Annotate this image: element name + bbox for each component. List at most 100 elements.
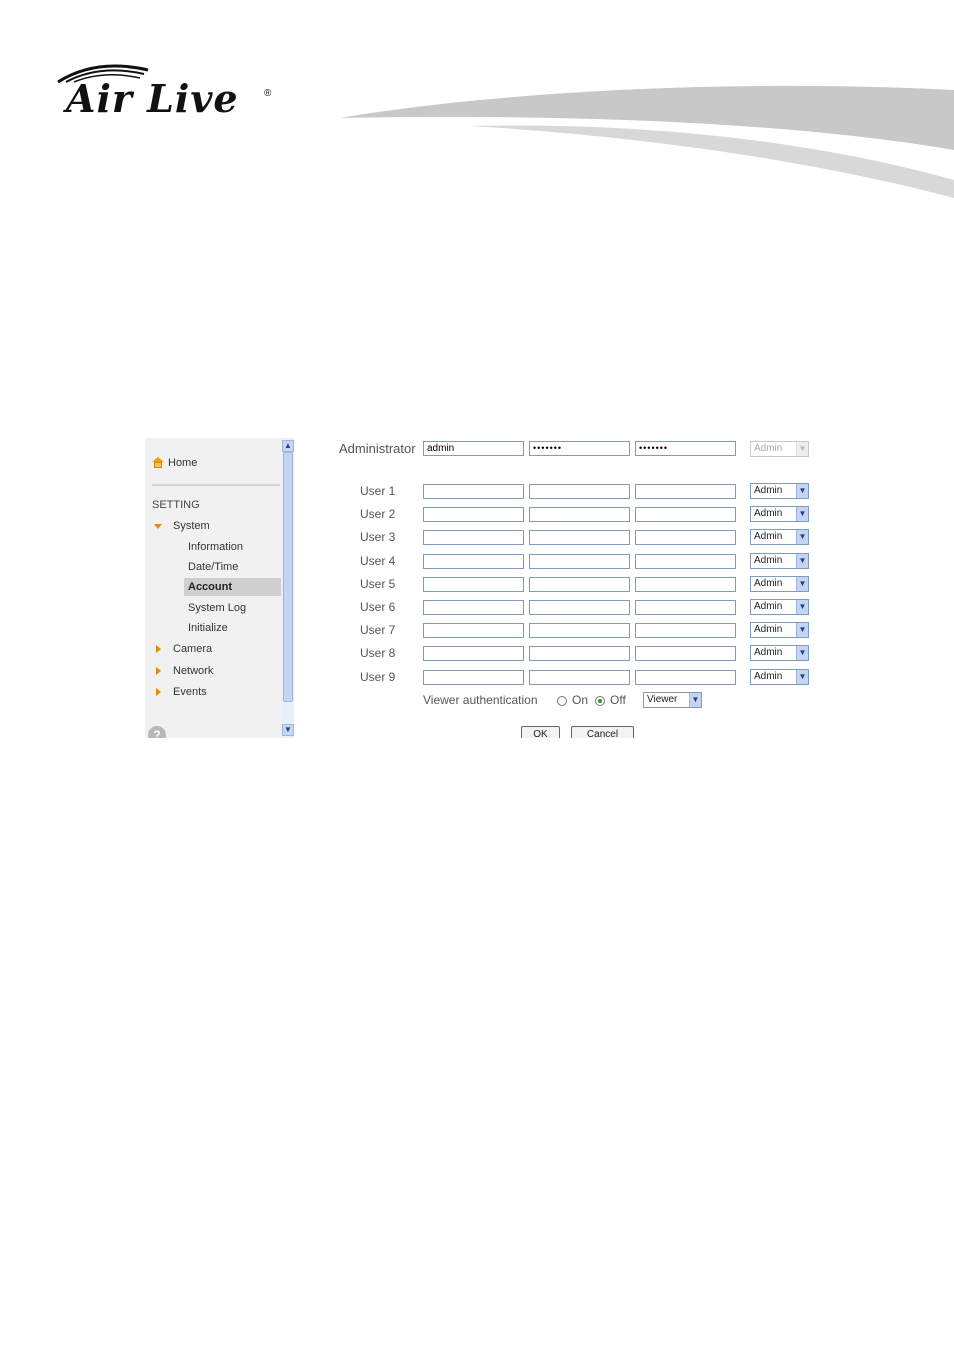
- user-confirm-password-field[interactable]: [635, 623, 736, 638]
- user-username-field[interactable]: [423, 623, 524, 638]
- header-swoosh: [340, 85, 954, 198]
- user-label: User 7: [360, 623, 396, 637]
- viewer-auth-on-radio[interactable]: [557, 696, 567, 706]
- user-confirm-password-field[interactable]: [635, 507, 736, 522]
- user-password-field[interactable]: [529, 670, 630, 685]
- chevron-down-icon[interactable]: ▼: [796, 507, 808, 521]
- admin-password-field[interactable]: •••••••: [529, 441, 630, 456]
- user-confirm-password-field[interactable]: [635, 646, 736, 661]
- user-password-field[interactable]: [529, 507, 630, 522]
- user-password-field[interactable]: [529, 554, 630, 569]
- user-username-field[interactable]: [423, 600, 524, 615]
- user-label: User 2: [360, 507, 396, 521]
- user-role-select[interactable]: Admin ▼: [750, 553, 809, 569]
- scroll-down-icon[interactable]: ▼: [282, 724, 294, 736]
- user-password-field[interactable]: [529, 600, 630, 615]
- user-role-select[interactable]: Admin ▼: [750, 506, 809, 522]
- sidebar-scrollbar[interactable]: ▲ ▼: [282, 438, 294, 738]
- user-label: User 4: [360, 554, 396, 568]
- user-role-value: Admin: [754, 531, 783, 542]
- chevron-down-icon[interactable]: ▼: [796, 577, 808, 591]
- sidebar-home-link[interactable]: Home: [152, 457, 197, 469]
- viewer-role-value: Viewer: [647, 694, 678, 705]
- scroll-up-icon[interactable]: ▲: [282, 440, 294, 452]
- user-label: User 3: [360, 530, 396, 544]
- collapsed-arrow-icon: [156, 667, 161, 675]
- user-password-field[interactable]: [529, 623, 630, 638]
- admin-confirm-password-field[interactable]: •••••••: [635, 441, 736, 456]
- cancel-button[interactable]: Cancel: [571, 726, 634, 738]
- ok-button[interactable]: OK: [521, 726, 560, 738]
- sidebar-item-system-log[interactable]: System Log: [188, 602, 246, 614]
- sidebar-item-events[interactable]: Events: [173, 686, 207, 698]
- user-role-value: Admin: [754, 601, 783, 612]
- sidebar-section-heading: SETTING: [152, 499, 200, 511]
- sidebar-item-system[interactable]: System: [173, 520, 210, 532]
- user-label: User 5: [360, 577, 396, 591]
- chevron-down-icon[interactable]: ▼: [796, 646, 808, 660]
- user-username-field[interactable]: [423, 507, 524, 522]
- chevron-down-icon[interactable]: ▼: [796, 670, 808, 684]
- expanded-arrow-icon: [154, 524, 162, 529]
- user-confirm-password-field[interactable]: [635, 530, 736, 545]
- user-username-field[interactable]: [423, 530, 524, 545]
- user-role-value: Admin: [754, 555, 783, 566]
- admin-username-field[interactable]: admin: [423, 441, 524, 456]
- user-role-select[interactable]: Admin ▼: [750, 599, 809, 615]
- user-role-select[interactable]: Admin ▼: [750, 622, 809, 638]
- user-role-select[interactable]: Admin ▼: [750, 576, 809, 592]
- viewer-auth-off-radio[interactable]: [595, 696, 605, 706]
- viewer-role-select[interactable]: Viewer ▼: [643, 692, 702, 708]
- user-role-value: Admin: [754, 624, 783, 635]
- user-username-field[interactable]: [423, 554, 524, 569]
- home-icon: [152, 457, 164, 469]
- viewer-auth-on-label: On: [572, 693, 589, 707]
- user-username-field[interactable]: [423, 577, 524, 592]
- user-role-value: Admin: [754, 508, 783, 519]
- sidebar-divider: [152, 484, 280, 486]
- registered-mark: ®: [264, 88, 272, 99]
- sidebar-item-information[interactable]: Information: [188, 541, 243, 553]
- user-password-field[interactable]: [529, 484, 630, 499]
- admin-role-select: Admin ▼: [750, 441, 809, 457]
- user-role-value: Admin: [754, 671, 783, 682]
- sidebar-item-account[interactable]: Account: [188, 581, 232, 593]
- chevron-down-icon[interactable]: ▼: [689, 693, 701, 707]
- user-password-field[interactable]: [529, 530, 630, 545]
- user-role-select[interactable]: Admin ▼: [750, 483, 809, 499]
- user-password-field[interactable]: [529, 577, 630, 592]
- camera-settings-screenshot: Home SETTING System Information Date/Tim…: [145, 438, 812, 738]
- help-icon[interactable]: ?: [148, 726, 166, 738]
- user-role-value: Admin: [754, 647, 783, 658]
- user-confirm-password-field[interactable]: [635, 577, 736, 592]
- user-role-value: Admin: [754, 485, 783, 496]
- sidebar-item-camera[interactable]: Camera: [173, 643, 212, 655]
- user-username-field[interactable]: [423, 670, 524, 685]
- user-confirm-password-field[interactable]: [635, 600, 736, 615]
- user-password-field[interactable]: [529, 646, 630, 661]
- user-role-select[interactable]: Admin ▼: [750, 669, 809, 685]
- sidebar-item-initialize[interactable]: Initialize: [188, 622, 228, 634]
- sidebar-item-date-time[interactable]: Date/Time: [188, 561, 238, 573]
- scroll-thumb[interactable]: [283, 452, 293, 702]
- viewer-auth-off-label: Off: [610, 693, 626, 707]
- logo-text: Air Live: [66, 76, 239, 121]
- sidebar-item-network[interactable]: Network: [173, 665, 213, 677]
- user-username-field[interactable]: [423, 646, 524, 661]
- user-role-select[interactable]: Admin ▼: [750, 529, 809, 545]
- chevron-down-icon[interactable]: ▼: [796, 554, 808, 568]
- collapsed-arrow-icon: [156, 688, 161, 696]
- user-role-value: Admin: [754, 578, 783, 589]
- user-role-select[interactable]: Admin ▼: [750, 645, 809, 661]
- viewer-authentication-label: Viewer authentication: [423, 693, 538, 707]
- user-label: User 8: [360, 646, 396, 660]
- chevron-down-icon[interactable]: ▼: [796, 484, 808, 498]
- chevron-down-icon[interactable]: ▼: [796, 530, 808, 544]
- user-confirm-password-field[interactable]: [635, 554, 736, 569]
- user-confirm-password-field[interactable]: [635, 484, 736, 499]
- user-confirm-password-field[interactable]: [635, 670, 736, 685]
- chevron-down-icon[interactable]: ▼: [796, 623, 808, 637]
- admin-role-value: Admin: [754, 443, 783, 454]
- user-username-field[interactable]: [423, 484, 524, 499]
- chevron-down-icon[interactable]: ▼: [796, 600, 808, 614]
